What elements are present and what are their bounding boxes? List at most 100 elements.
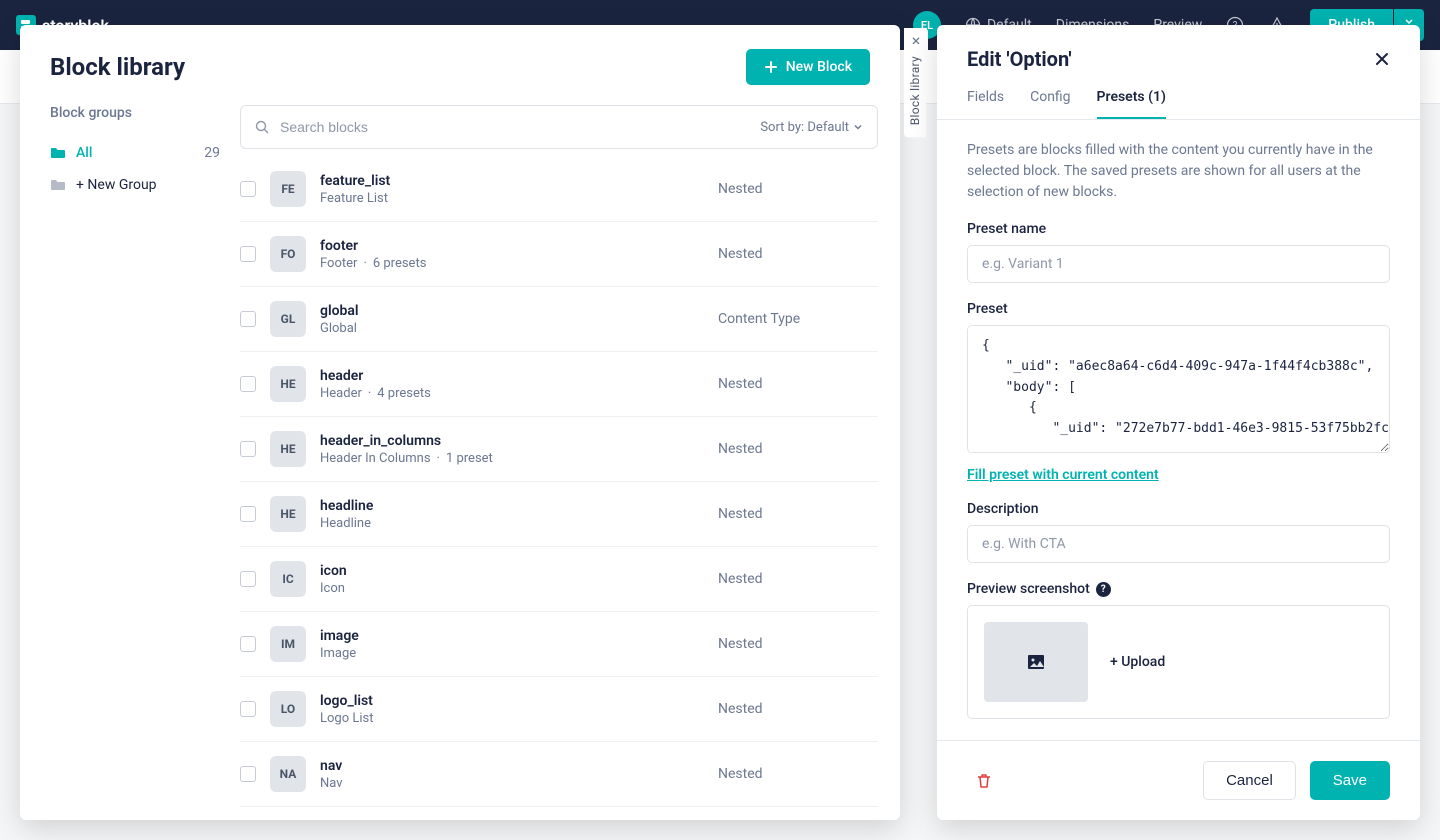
block-subtitle: Image <box>320 646 704 661</box>
block-type: Nested <box>718 376 878 392</box>
block-row[interactable]: HE header_in_columns Header In Columns·1 p… <box>240 417 878 482</box>
block-subtitle: Header In Columns·1 preset <box>320 451 704 466</box>
block-row[interactable]: HEheadlineHeadlineNested <box>240 482 878 547</box>
preset-name-input[interactable] <box>967 245 1390 283</box>
tab-presets[interactable]: Presets (1) <box>1097 89 1166 119</box>
row-checkbox[interactable] <box>240 571 256 587</box>
new-group-label: + New Group <box>76 177 157 193</box>
row-checkbox[interactable] <box>240 701 256 717</box>
block-subtitle: Feature List <box>320 191 704 206</box>
row-checkbox[interactable] <box>240 441 256 457</box>
block-type: Nested <box>718 571 878 587</box>
block-info: headlineHeadline <box>320 498 704 531</box>
preset-label: Preset <box>967 301 1390 317</box>
block-name: logo_list <box>320 693 704 709</box>
help-icon[interactable]: ? <box>1096 582 1111 597</box>
block-type: Nested <box>718 246 878 262</box>
block-abbr-badge: NA <box>270 756 306 792</box>
group-all[interactable]: All 29 <box>50 137 220 169</box>
presets-help-text: Presets are blocks filled with the conte… <box>967 140 1390 203</box>
row-checkbox[interactable] <box>240 311 256 327</box>
block-type: Nested <box>718 636 878 652</box>
upload-label: + Upload <box>1110 654 1165 670</box>
tab-fields[interactable]: Fields <box>967 89 1004 119</box>
block-name: global <box>320 303 704 319</box>
block-type: Nested <box>718 441 878 457</box>
chevron-down-icon <box>853 122 863 132</box>
search-input[interactable] <box>280 119 760 135</box>
close-icon <box>1374 51 1390 67</box>
fill-preset-link[interactable]: Fill preset with current content <box>967 467 1159 483</box>
block-list: FE feature_listFeature List Nested FO footer… <box>240 157 878 820</box>
block-name: footer <box>320 238 704 254</box>
folder-icon <box>50 145 66 161</box>
upload-area[interactable]: + Upload <box>967 605 1390 719</box>
block-name: icon <box>320 563 704 579</box>
block-abbr-badge: FE <box>270 171 306 207</box>
block-row[interactable]: HEheaderHeader·4 presetsNested <box>240 352 878 417</box>
library-side-tab[interactable]: Block library <box>904 44 926 137</box>
block-abbr-badge: LO <box>270 691 306 727</box>
panel-tabs: Fields Config Presets (1) <box>937 81 1420 120</box>
preview-label: Preview screenshot ? <box>967 581 1390 597</box>
block-subtitle: Header·4 presets <box>320 386 704 401</box>
block-row[interactable]: FE feature_listFeature List Nested <box>240 157 878 222</box>
block-name: image <box>320 628 704 644</box>
block-info: footer Footer·6 presets <box>320 238 704 271</box>
block-subtitle: Footer·6 presets <box>320 256 704 271</box>
group-label: All <box>76 145 92 161</box>
sort-selector[interactable]: Sort by: Default <box>760 120 863 135</box>
library-sidebar: Block groups All 29 + New Group <box>20 105 240 820</box>
block-subtitle: Nav <box>320 776 704 791</box>
upload-thumbnail <box>984 622 1088 702</box>
block-abbr-badge: FO <box>270 236 306 272</box>
block-name: headline <box>320 498 704 514</box>
block-type: Nested <box>718 701 878 717</box>
cancel-button[interactable]: Cancel <box>1203 761 1296 800</box>
new-group-button[interactable]: + New Group <box>50 169 220 201</box>
search-bar: Sort by: Default <box>240 105 878 149</box>
row-checkbox[interactable] <box>240 506 256 522</box>
plus-icon <box>764 60 778 74</box>
row-checkbox[interactable] <box>240 181 256 197</box>
block-row[interactable]: LO logo_listLogo List Nested <box>240 677 878 742</box>
search-icon <box>255 120 270 135</box>
block-info: logo_listLogo List <box>320 693 704 726</box>
block-name: header <box>320 368 704 384</box>
library-title: Block library <box>50 53 185 81</box>
block-row[interactable]: NAnavNavNested <box>240 742 878 807</box>
block-abbr-badge: HE <box>270 431 306 467</box>
block-name: nav <box>320 758 704 774</box>
delete-button[interactable] <box>967 764 1001 798</box>
block-name: header_in_columns <box>320 433 704 449</box>
preset-textarea[interactable] <box>967 325 1390 453</box>
block-row[interactable]: FO footer Footer·6 presets Nested <box>240 222 878 287</box>
row-checkbox[interactable] <box>240 636 256 652</box>
group-count: 29 <box>204 145 220 161</box>
block-subtitle: Global <box>320 321 704 336</box>
block-row[interactable]: ICiconIconNested <box>240 547 878 612</box>
block-info: nav Nav <box>320 758 704 791</box>
new-block-label: New Block <box>786 59 852 75</box>
trash-icon <box>975 772 993 790</box>
block-info: global Global <box>320 303 704 336</box>
row-checkbox[interactable] <box>240 766 256 782</box>
tab-config[interactable]: Config <box>1030 89 1070 119</box>
block-abbr-badge: IM <box>270 626 306 662</box>
block-info: header_in_columns Header In Columns·1 pre… <box>320 433 704 466</box>
block-subtitle: Icon <box>320 581 704 596</box>
description-input[interactable] <box>967 525 1390 563</box>
block-info: feature_listFeature List <box>320 173 704 206</box>
close-panel-button[interactable] <box>1374 51 1390 67</box>
block-abbr-badge: GL <box>270 301 306 337</box>
save-button[interactable]: Save <box>1310 761 1390 800</box>
image-icon <box>1026 652 1046 672</box>
row-checkbox[interactable] <box>240 246 256 262</box>
block-row[interactable]: IM image Image Nested <box>240 612 878 677</box>
block-type: Nested <box>718 181 878 197</box>
new-block-button[interactable]: New Block <box>746 49 870 85</box>
description-label: Description <box>967 501 1390 517</box>
edit-panel: Edit 'Option' Fields Config Presets (1) … <box>937 25 1420 820</box>
row-checkbox[interactable] <box>240 376 256 392</box>
block-row[interactable]: GLglobalGlobalContent Type <box>240 287 878 352</box>
